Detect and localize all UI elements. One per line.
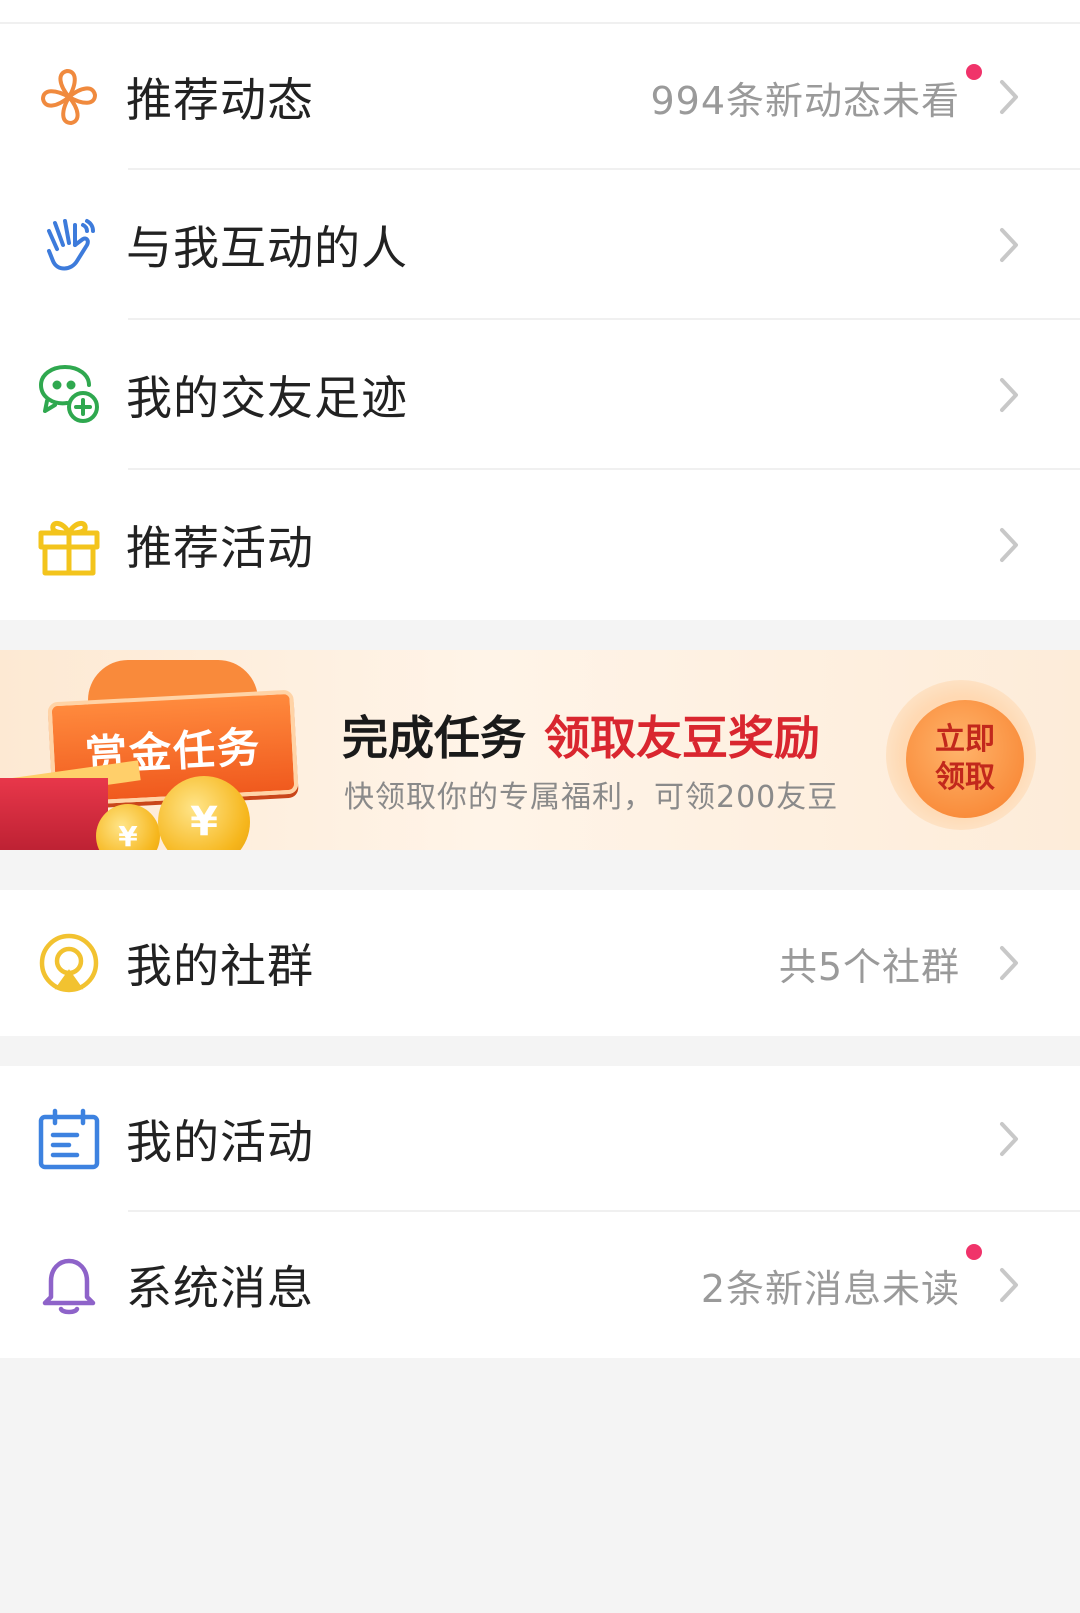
banner-title-accent: 领取友豆奖励	[544, 711, 820, 765]
waving-hand-icon	[36, 212, 102, 278]
banner-title: 完成任务 领取友豆奖励	[342, 702, 820, 768]
chevron-right-icon	[1000, 1122, 1018, 1156]
banner-title-main: 完成任务	[342, 711, 526, 765]
section-gap	[0, 620, 1080, 650]
banner-subtitle: 快领取你的专属福利，可领200友豆	[344, 780, 839, 815]
chevron-right-icon	[1000, 528, 1018, 562]
coin-symbol: ¥	[190, 799, 218, 845]
menu-item-recommended-feed[interactable]: 推荐动态 994条新动态未看	[0, 24, 1080, 170]
menu-item-label: 我的社群	[126, 939, 314, 993]
menu-group-communities: 我的社群 共5个社群	[0, 890, 1080, 1036]
unread-dot	[966, 64, 982, 80]
section-gap	[0, 1036, 1080, 1066]
chevron-right-icon	[1000, 946, 1018, 980]
menu-item-my-communities[interactable]: 我的社群 共5个社群	[0, 890, 1080, 1036]
claim-now-button[interactable]: 立即 领取	[906, 700, 1024, 818]
menu-item-friend-footprints[interactable]: 我的交友足迹	[0, 320, 1080, 470]
menu-item-my-activities[interactable]: 我的活动	[0, 1066, 1080, 1212]
menu-item-label: 我的活动	[126, 1115, 314, 1169]
top-edge	[0, 0, 1080, 24]
claim-button-line1: 立即	[935, 722, 995, 757]
section-gap	[0, 850, 1080, 890]
menu-item-label: 与我互动的人	[126, 221, 408, 275]
community-icon	[36, 930, 102, 996]
menu-item-label: 推荐活动	[126, 521, 314, 575]
coin-symbol: ¥	[118, 819, 138, 851]
bounty-task-banner[interactable]: 赏金任务 ¥ ¥ 完成任务 领取友豆奖励 快领取你的专属福利，可领200友豆 立即…	[0, 650, 1080, 850]
menu-group-top: 推荐动态 994条新动态未看 与我互动的人 我的交友足迹 推荐活动	[0, 24, 1080, 620]
community-count: 共5个社群	[778, 944, 960, 989]
chevron-right-icon	[1000, 228, 1018, 262]
unread-message-count: 2条新消息未读	[700, 1266, 960, 1311]
calendar-icon	[36, 1106, 102, 1172]
chevron-right-icon	[1000, 378, 1018, 412]
unseen-feed-count: 994条新动态未看	[650, 78, 960, 123]
pinwheel-icon	[36, 64, 102, 130]
menu-item-recommended-activities[interactable]: 推荐活动	[0, 470, 1080, 620]
menu-item-label: 推荐动态	[126, 73, 314, 127]
bell-icon	[36, 1252, 102, 1318]
menu-item-label: 系统消息	[126, 1261, 314, 1315]
menu-item-interactions[interactable]: 与我互动的人	[0, 170, 1080, 320]
unread-dot	[966, 1244, 982, 1260]
claim-button-line2: 领取	[935, 760, 995, 795]
menu-group-bottom: 我的活动 系统消息 2条新消息未读	[0, 1066, 1080, 1358]
gift-icon	[36, 512, 102, 578]
gift-box-decoration	[0, 778, 108, 850]
menu-item-label: 我的交友足迹	[126, 371, 408, 425]
chat-add-icon	[36, 362, 102, 428]
chevron-right-icon	[1000, 80, 1018, 114]
menu-item-system-messages[interactable]: 系统消息 2条新消息未读	[0, 1212, 1080, 1358]
chevron-right-icon	[1000, 1268, 1018, 1302]
